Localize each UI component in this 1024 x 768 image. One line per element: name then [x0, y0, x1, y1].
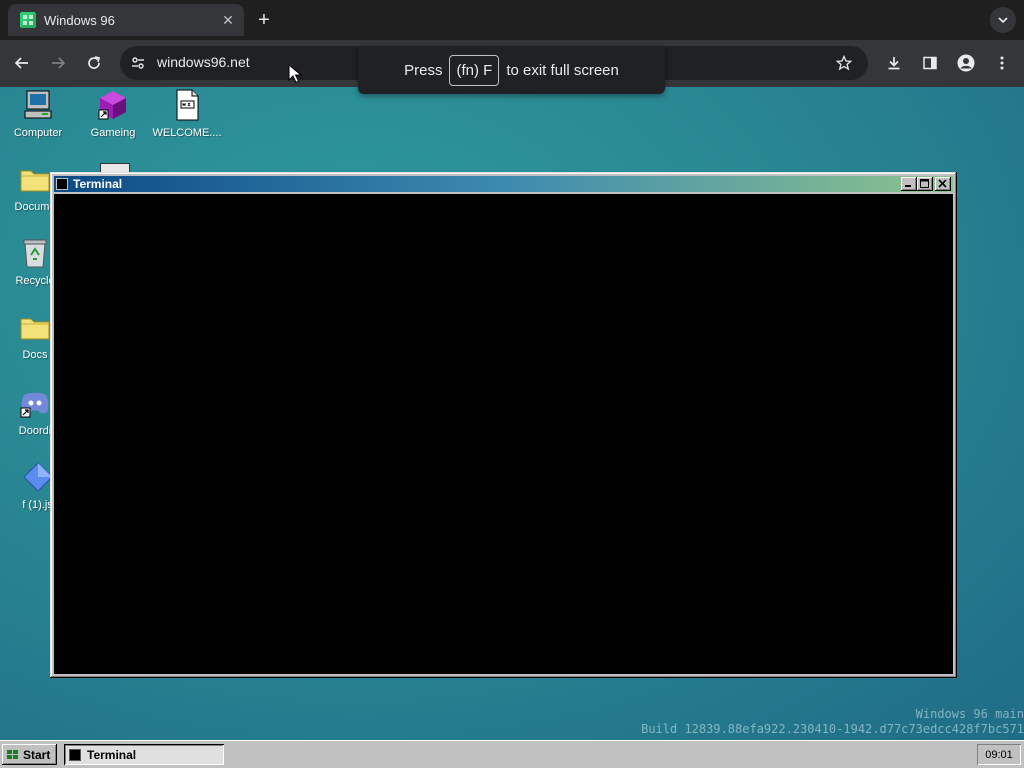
taskbar-clock: 09:01: [977, 744, 1021, 765]
chevron-down-icon: [998, 17, 1008, 24]
taskbar: Start Terminal 09:01: [0, 740, 1024, 768]
url-text: windows96.net: [157, 54, 250, 70]
toast-suffix-text: to exit full screen: [506, 61, 619, 79]
side-panel-button[interactable]: [920, 53, 940, 73]
recycle-bin-icon: [19, 237, 51, 269]
toast-key: (fn) F: [449, 54, 500, 86]
folder-icon: [19, 163, 51, 195]
windows96-favicon-icon: [20, 12, 36, 28]
tab-search-button[interactable]: [990, 7, 1016, 33]
tab-close-icon[interactable]: ✕: [220, 12, 236, 28]
toast-press-text: Press: [404, 61, 443, 79]
diamond-file-icon: [22, 461, 54, 493]
computer-icon: [22, 89, 54, 121]
terminal-icon: [69, 748, 81, 761]
tab-strip: Windows 96 ✕ +: [0, 0, 1024, 40]
desktop-icon-label: WELCOME....: [152, 127, 222, 139]
gameing-cube-icon: [97, 89, 129, 121]
profile-avatar-icon: [957, 54, 975, 72]
back-button[interactable]: [9, 50, 35, 76]
minimize-icon: [905, 185, 911, 187]
window-titlebar[interactable]: Terminal: [54, 176, 953, 192]
reload-button[interactable]: [81, 50, 107, 76]
discord-app-icon: [19, 387, 51, 419]
document-file-icon: [171, 89, 203, 121]
terminal-window[interactable]: Terminal: [50, 172, 957, 678]
bookmark-star-icon[interactable]: [834, 53, 854, 73]
browser-menu-button[interactable]: [992, 53, 1012, 73]
profile-button[interactable]: [956, 53, 976, 73]
taskbar-item-label: Terminal: [87, 747, 137, 762]
window-title: Terminal: [73, 177, 123, 191]
window-controls: [899, 177, 951, 191]
maximize-button[interactable]: [917, 177, 933, 191]
tab-title: Windows 96: [44, 12, 115, 28]
side-panel-icon: [923, 56, 937, 70]
browser-tab[interactable]: Windows 96 ✕: [8, 4, 244, 36]
terminal-output-area[interactable]: [54, 194, 953, 674]
close-icon: [938, 179, 947, 188]
terminal-icon: [56, 178, 68, 190]
desktop-icon-gameing[interactable]: Gameing: [77, 89, 149, 139]
folder-icon: [19, 311, 51, 343]
more-vertical-icon: [1000, 56, 1004, 70]
start-logo-icon: [7, 749, 18, 759]
maximize-icon: [920, 179, 929, 188]
desktop-icon-welcome[interactable]: WELCOME....: [151, 89, 223, 139]
start-button[interactable]: Start: [2, 744, 57, 765]
forward-arrow-icon: [52, 57, 66, 69]
desktop-icon-computer[interactable]: Computer: [2, 89, 74, 139]
back-arrow-icon: [14, 57, 28, 69]
reload-icon: [88, 56, 101, 69]
build-watermark-line2: Build 12839.88efa922.230410-1942.d77c73e…: [641, 722, 1024, 736]
new-tab-button[interactable]: +: [254, 8, 274, 32]
download-icon: [888, 57, 900, 70]
download-button[interactable]: [884, 53, 904, 73]
site-settings-icon[interactable]: [128, 53, 148, 73]
minimize-button[interactable]: [901, 177, 917, 191]
desktop-icon-label: Computer: [13, 127, 63, 139]
desktop-icon-label: Gameing: [90, 127, 136, 139]
build-watermark-line1: Windows 96 main: [915, 707, 1024, 721]
forward-button[interactable]: [45, 50, 71, 76]
fullscreen-exit-toast: Press (fn) F to exit full screen: [358, 46, 665, 94]
close-button[interactable]: [935, 177, 951, 191]
mouse-cursor-icon: [288, 64, 302, 84]
start-label: Start: [23, 747, 51, 762]
taskbar-item-terminal[interactable]: Terminal: [64, 744, 224, 765]
